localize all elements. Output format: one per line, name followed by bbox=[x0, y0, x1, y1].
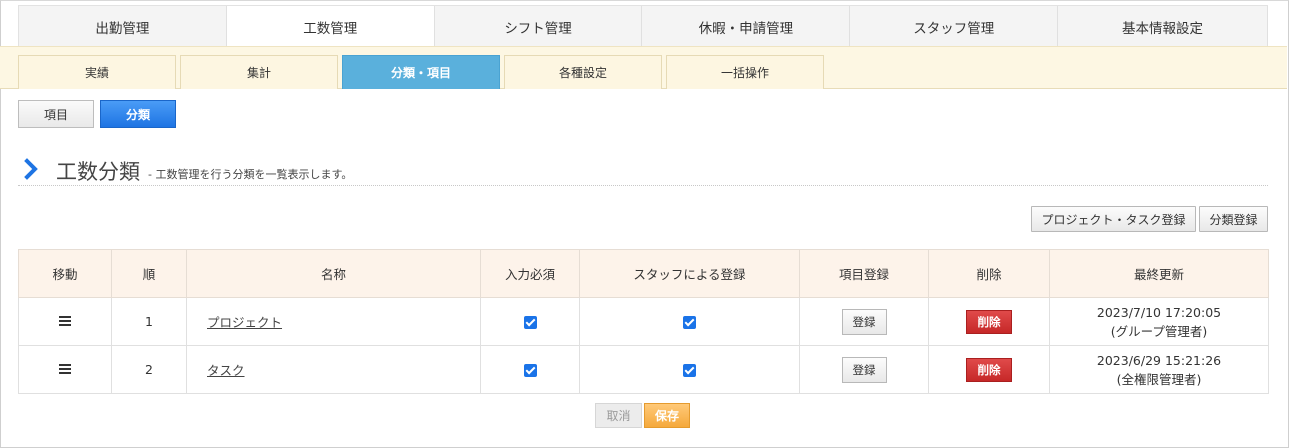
category-register-button[interactable]: 分類登録 bbox=[1199, 206, 1268, 232]
chevron-right-icon bbox=[24, 158, 38, 180]
delete-button[interactable]: 削除 bbox=[966, 357, 1012, 382]
last-updated-cell: 2023/7/10 17:20:05 (グループ管理者) bbox=[1049, 297, 1269, 346]
header-required: 入力必須 bbox=[480, 249, 580, 298]
staff-register-cell bbox=[579, 297, 800, 346]
table-header-row: 移動 順 名称 入力必須 スタッフによる登録 項目登録 削除 最終更新 bbox=[18, 249, 1269, 298]
header-staff-register: スタッフによる登録 bbox=[579, 249, 800, 298]
category-toggle-button[interactable]: 分類 bbox=[100, 100, 176, 128]
drag-handle-icon[interactable] bbox=[59, 364, 71, 374]
header-move: 移動 bbox=[18, 249, 112, 298]
header-order: 順 bbox=[111, 249, 187, 298]
updated-date: 2023/7/10 17:20:05 bbox=[1096, 304, 1222, 320]
updated-date: 2023/6/29 15:21:26 bbox=[1096, 352, 1222, 368]
section-header: 工数分類 - 工数管理を行う分類を一覧表示します。 bbox=[18, 154, 1268, 186]
staff-register-checkbox[interactable] bbox=[683, 364, 696, 377]
sub-tab-category-item[interactable]: 分類・項目 bbox=[342, 55, 500, 89]
page-title: 工数分類 bbox=[56, 160, 140, 184]
table-row: 1 プロジェクト 登録 削除 2023/7/10 17:20:05 (グループ管理… bbox=[18, 297, 1269, 346]
item-register-button[interactable]: 登録 bbox=[841, 356, 887, 383]
save-button[interactable]: 保存 bbox=[644, 403, 690, 428]
table-row: 2 タスク 登録 削除 2023/6/29 15:21:26 (全権限管理者) bbox=[18, 345, 1269, 394]
header-name: 名称 bbox=[186, 249, 481, 298]
required-cell bbox=[480, 297, 580, 346]
item-register-cell: 登録 bbox=[799, 345, 929, 394]
sub-tab-summary[interactable]: 集計 bbox=[180, 55, 338, 89]
order-cell: 2 bbox=[111, 345, 187, 394]
category-table: 移動 順 名称 入力必須 スタッフによる登録 項目登録 削除 最終更新 1 プロ… bbox=[18, 249, 1269, 394]
sub-nav-bar: 実績 集計 分類・項目 各種設定 一括操作 bbox=[0, 46, 1287, 89]
item-register-button[interactable]: 登録 bbox=[841, 308, 887, 335]
required-checkbox[interactable] bbox=[523, 316, 537, 329]
cancel-button[interactable]: 取消 bbox=[595, 403, 642, 428]
move-cell bbox=[18, 297, 112, 346]
drag-handle-icon[interactable] bbox=[59, 316, 71, 326]
staff-register-cell bbox=[579, 345, 800, 394]
required-cell bbox=[480, 345, 580, 394]
main-tab-staff[interactable]: スタッフ管理 bbox=[850, 6, 1059, 48]
header-item-register: 項目登録 bbox=[799, 249, 929, 298]
order-cell: 1 bbox=[111, 297, 187, 346]
delete-button[interactable]: 削除 bbox=[966, 309, 1012, 334]
main-tab-attendance[interactable]: 出勤管理 bbox=[19, 6, 227, 48]
main-tab-basic-settings[interactable]: 基本情報設定 bbox=[1058, 6, 1268, 48]
last-updated-cell: 2023/6/29 15:21:26 (全権限管理者) bbox=[1049, 345, 1269, 394]
name-cell: タスク bbox=[186, 345, 481, 394]
name-cell: プロジェクト bbox=[186, 297, 481, 346]
required-checkbox[interactable] bbox=[523, 364, 537, 377]
item-toggle-button[interactable]: 項目 bbox=[18, 100, 94, 128]
category-name-link[interactable]: タスク bbox=[207, 363, 245, 378]
header-last-updated: 最終更新 bbox=[1049, 249, 1269, 298]
updated-by: (グループ管理者) bbox=[1110, 323, 1208, 339]
sub-tab-bulk[interactable]: 一括操作 bbox=[666, 55, 824, 89]
main-tab-leave[interactable]: 休暇・申請管理 bbox=[642, 6, 851, 48]
category-name-link[interactable]: プロジェクト bbox=[207, 315, 282, 330]
sub-tab-results[interactable]: 実績 bbox=[18, 55, 176, 89]
item-register-cell: 登録 bbox=[799, 297, 929, 346]
project-task-register-button[interactable]: プロジェクト・タスク登録 bbox=[1031, 206, 1196, 232]
main-tab-workload[interactable]: 工数管理 bbox=[226, 6, 435, 48]
move-cell bbox=[18, 345, 112, 394]
sub-tab-settings[interactable]: 各種設定 bbox=[504, 55, 662, 89]
page-description: - 工数管理を行う分類を一覧表示します。 bbox=[148, 168, 353, 181]
updated-by: (全権限管理者) bbox=[1116, 371, 1202, 387]
main-tab-shift[interactable]: シフト管理 bbox=[434, 6, 643, 48]
staff-register-checkbox[interactable] bbox=[683, 316, 696, 329]
main-tabs: 出勤管理 工数管理 シフト管理 休暇・申請管理 スタッフ管理 基本情報設定 bbox=[18, 5, 1268, 48]
sub-tabs: 実績 集計 分類・項目 各種設定 一括操作 bbox=[18, 55, 824, 89]
delete-cell: 削除 bbox=[928, 297, 1050, 346]
header-delete: 削除 bbox=[928, 249, 1050, 298]
delete-cell: 削除 bbox=[928, 345, 1050, 394]
